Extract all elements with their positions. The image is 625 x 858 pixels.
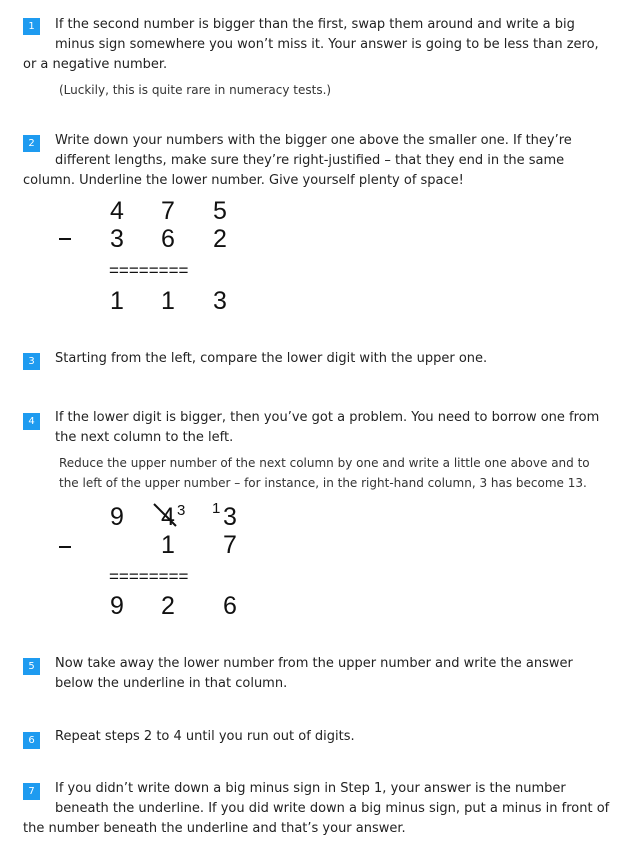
step-text-line: or a negative number.	[23, 57, 168, 72]
underline: ========	[109, 261, 189, 280]
digit: 1	[161, 531, 175, 559]
digit: 6	[161, 225, 175, 253]
step-text-line: column. Underline the lower number. Give…	[23, 173, 464, 188]
step-text-line: Starting from the left, compare the lowe…	[55, 351, 488, 366]
step-text-line: different lengths, make sure they’re rig…	[55, 153, 565, 168]
step-text-line: minus sign somewhere you won’t miss it. …	[55, 37, 599, 52]
step-number-badge: 7	[23, 783, 40, 800]
step-text-line: Repeat steps 2 to 4 until you run out of…	[55, 729, 355, 744]
digit: 5	[213, 197, 227, 225]
digit: 7	[161, 197, 175, 225]
step-note: Reduce the upper number of the next colu…	[59, 456, 590, 470]
step-text-line: below the underline in that column.	[55, 676, 288, 691]
step-number-badge: 2	[23, 135, 40, 152]
step-text-line: If the lower digit is bigger, then you’v…	[55, 410, 600, 425]
underline: ========	[109, 567, 189, 586]
digit: 3	[213, 287, 227, 315]
step-text-line: the next column to the left.	[55, 430, 234, 445]
step-text-line: Now take away the lower number from the …	[55, 656, 573, 671]
borrowed-superscript: 3	[177, 502, 186, 519]
step-text-line: the number beneath the underline and tha…	[23, 821, 406, 836]
step-number-badge: 1	[23, 18, 40, 35]
step-number-badge: 4	[23, 413, 40, 430]
step-note: (Luckily, this is quite rare in numeracy…	[59, 83, 332, 97]
digit: 2	[213, 225, 227, 253]
digit: 3	[110, 225, 124, 253]
digit: 1	[161, 287, 175, 315]
step-text-line: If the second number is bigger than the …	[55, 17, 575, 32]
digit: 6	[223, 592, 237, 620]
digit: 9	[110, 503, 124, 531]
step-number-badge: 3	[23, 353, 40, 370]
minus-sign	[59, 238, 71, 240]
step-text-line: Write down your numbers with the bigger …	[55, 133, 572, 148]
step-text-line: If you didn’t write down a big minus sig…	[55, 781, 566, 796]
digit: 9	[110, 592, 124, 620]
step-number-badge: 5	[23, 658, 40, 675]
digit: 4	[110, 197, 124, 225]
step-note: the left of the upper number – for insta…	[59, 476, 587, 490]
digit: 1	[110, 287, 124, 315]
digit: 2	[161, 592, 175, 620]
digit: 3	[223, 503, 237, 531]
minus-sign	[59, 546, 71, 548]
digit: 7	[223, 531, 237, 559]
step-number-badge: 6	[23, 732, 40, 749]
step-text-line: beneath the underline. If you did write …	[55, 801, 610, 816]
